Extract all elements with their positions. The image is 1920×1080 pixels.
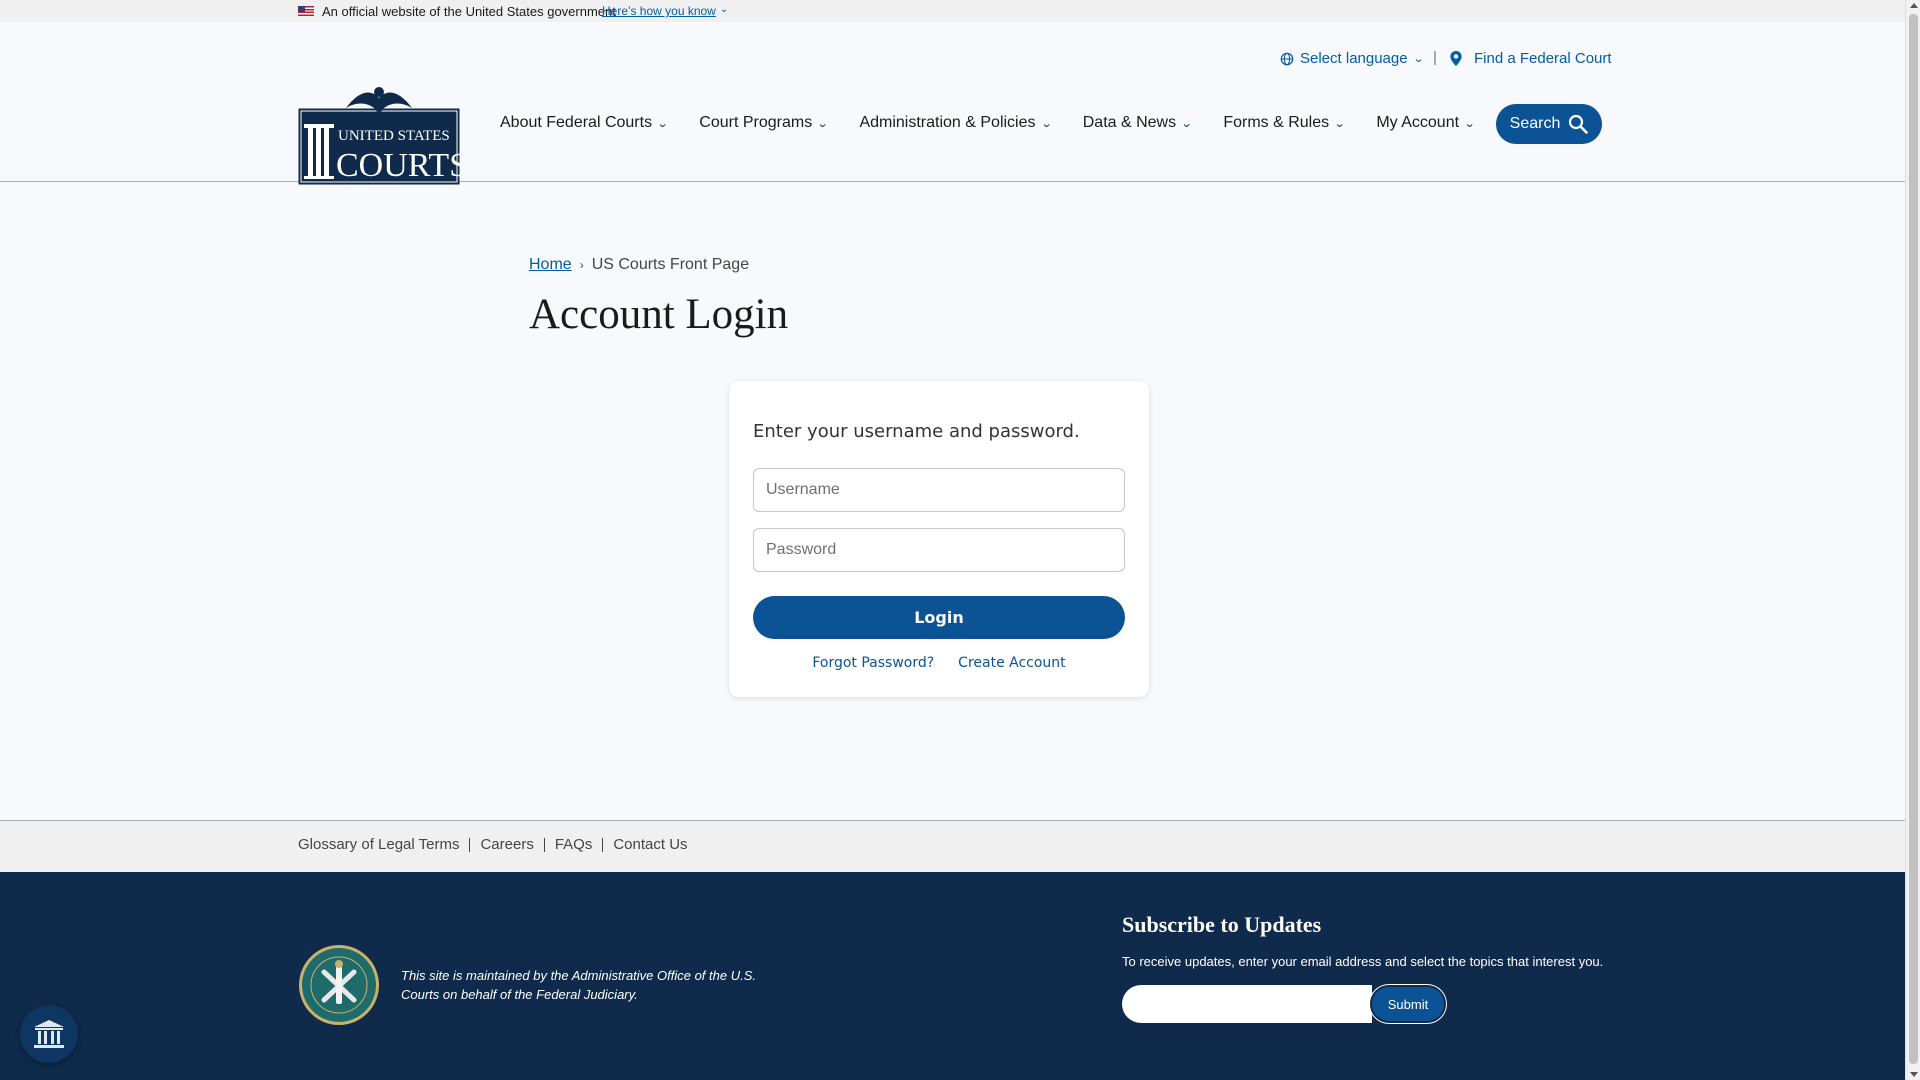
us-courts-logo[interactable]: UNITED STATES COURTS xyxy=(298,80,468,185)
forgot-password-link[interactable]: Forgot Password? xyxy=(812,655,934,671)
map-pin-icon xyxy=(1450,51,1462,66)
find-federal-court-label: Find a Federal Court xyxy=(1474,50,1612,67)
chevron-down-icon: ⌄ xyxy=(1463,117,1476,130)
gov-banner: An official website of the United States… xyxy=(0,0,1905,22)
scroll-up-arrow-icon[interactable] xyxy=(1910,3,1918,8)
breadcrumb: Home › US Courts Front Page xyxy=(529,256,749,274)
scrollbar-thumb[interactable] xyxy=(1909,14,1918,1064)
breadcrumb-home-link[interactable]: Home xyxy=(529,256,572,274)
nav-label: Forms & Rules xyxy=(1223,114,1330,131)
judiciary-seal-icon xyxy=(298,944,380,1026)
create-account-link[interactable]: Create Account xyxy=(958,655,1066,671)
nav-label: Administration & Policies xyxy=(859,114,1036,131)
chevron-down-icon: ⌄ xyxy=(1180,117,1193,130)
utility-divider: | xyxy=(1433,49,1437,66)
login-button[interactable]: Login xyxy=(753,596,1125,639)
select-language-button[interactable]: Select language ⌄ xyxy=(1280,50,1425,67)
official-website-text: An official website of the United States… xyxy=(322,4,616,19)
footer-link-glossary[interactable]: Glossary of Legal Terms xyxy=(298,837,469,852)
site-header: Select language ⌄ | Find a Federal Court… xyxy=(0,22,1905,185)
us-flag-icon xyxy=(298,6,314,16)
page-title: Account Login xyxy=(529,291,789,338)
footer-link-contact[interactable]: Contact Us xyxy=(602,837,697,852)
nav-data-news[interactable]: Data & News ⌄ xyxy=(1082,114,1193,132)
password-input[interactable] xyxy=(753,528,1125,572)
username-input[interactable] xyxy=(753,468,1125,512)
chevron-down-icon: ⌄ xyxy=(1333,117,1346,130)
chevron-down-icon[interactable]: ⌄ xyxy=(720,4,728,15)
nav-about-federal-courts[interactable]: About Federal Courts ⌄ xyxy=(500,114,669,132)
page-scrollbar[interactable] xyxy=(1905,0,1920,1080)
login-links: Forgot Password? Create Account xyxy=(729,655,1149,671)
chevron-down-icon: ⌄ xyxy=(1040,117,1053,130)
search-button[interactable]: Search xyxy=(1496,104,1602,144)
nav-my-account[interactable]: My Account ⌄ xyxy=(1376,114,1476,132)
chevron-down-icon: ⌄ xyxy=(816,117,829,130)
chevron-right-icon: › xyxy=(579,258,584,272)
nav-court-programs[interactable]: Court Programs ⌄ xyxy=(699,114,829,132)
chevron-down-icon: ⌄ xyxy=(1412,53,1425,65)
nav-administration-policies[interactable]: Administration & Policies ⌄ xyxy=(859,114,1053,132)
find-federal-court-link[interactable]: Find a Federal Court xyxy=(1450,50,1612,67)
subscribe-email-input[interactable] xyxy=(1122,985,1372,1023)
nav-forms-rules[interactable]: Forms & Rules ⌄ xyxy=(1223,114,1346,132)
how-you-know-link[interactable]: Here’s how you know xyxy=(602,4,716,18)
site-footer: This site is maintained by the Administr… xyxy=(0,872,1905,1080)
globe-icon xyxy=(1280,52,1294,65)
logo-line2: COURTS xyxy=(336,147,460,184)
courthouse-icon xyxy=(34,1020,64,1048)
footer-link-careers[interactable]: Careers xyxy=(469,837,543,852)
search-label: Search xyxy=(1509,115,1561,132)
maintained-notice: This site is maintained by the Administr… xyxy=(401,968,756,1002)
select-language-label: Select language xyxy=(1300,50,1408,67)
courthouse-button[interactable] xyxy=(20,1005,78,1063)
subscribe-submit-button[interactable]: Submit xyxy=(1370,985,1446,1023)
breadcrumb-current: US Courts Front Page xyxy=(591,256,750,273)
nav-label: Court Programs xyxy=(699,114,813,131)
subscribe-title: Subscribe to Updates xyxy=(1122,912,1322,937)
chevron-down-icon: ⌄ xyxy=(656,117,669,130)
login-card: Enter your username and password. Login … xyxy=(729,381,1149,697)
footer-link-faqs[interactable]: FAQs xyxy=(543,837,603,852)
footer-links-bar: Glossary of Legal Terms Careers FAQs Con… xyxy=(0,820,1905,872)
search-icon xyxy=(1569,114,1589,134)
nav-label: About Federal Courts xyxy=(500,114,653,131)
logo-line1: UNITED STATES xyxy=(338,128,450,144)
scroll-down-arrow-icon[interactable] xyxy=(1910,1072,1918,1077)
login-prompt: Enter your username and password. xyxy=(753,421,1080,442)
main-nav: About Federal Courts ⌄ Court Programs ⌄ … xyxy=(500,114,1506,132)
nav-label: My Account xyxy=(1376,114,1460,131)
subscribe-description: To receive updates, enter your email add… xyxy=(1122,954,1604,969)
nav-label: Data & News xyxy=(1082,114,1177,131)
